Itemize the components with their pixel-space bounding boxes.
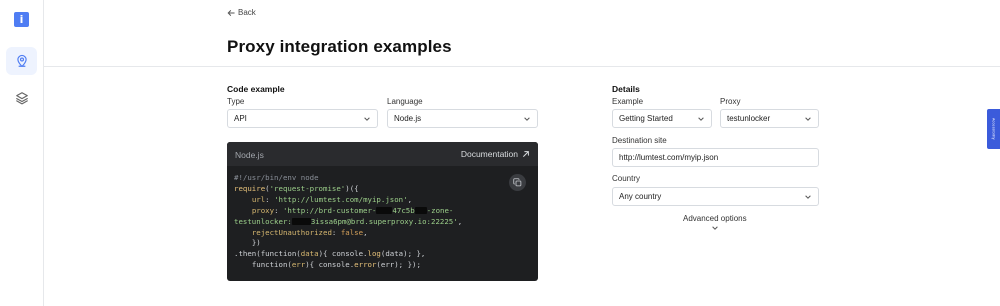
copy-icon: [513, 178, 522, 187]
language-select-value: Node.js: [394, 114, 422, 123]
code-token: require: [234, 183, 266, 193]
code-token: ){ console.: [305, 260, 355, 270]
proxy-select-value: testunlocker: [727, 114, 771, 123]
type-select[interactable]: API: [227, 109, 378, 128]
code-token: false: [340, 227, 364, 237]
copy-code-button[interactable]: [509, 174, 526, 191]
code-token: (err); });: [376, 260, 421, 270]
example-label: Example: [612, 97, 644, 106]
code-token: }): [251, 238, 261, 248]
code-token: rejectUnauthorized: [251, 227, 332, 237]
sidebar-item-proxies[interactable]: [6, 47, 37, 75]
back-link[interactable]: Back: [227, 8, 256, 17]
code-token: 'http://lumtest.com/myip.json': [274, 194, 408, 204]
language-select[interactable]: Node.js: [387, 109, 538, 128]
code-block[interactable]: #!/usr/bin/env node require('request-pro…: [234, 173, 462, 271]
chevron-down-icon: [805, 195, 811, 199]
code-token: data: [300, 249, 319, 259]
chevron-down-icon: [524, 117, 530, 121]
destination-site-input[interactable]: http://lumtest.com/myip.json: [612, 148, 819, 167]
redacted-block: [414, 206, 427, 214]
destination-label: Destination site: [612, 136, 667, 145]
proxy-label: Proxy: [720, 97, 741, 106]
code-token: testunlocker:: [234, 216, 292, 226]
code-token: )({: [345, 183, 359, 193]
example-select[interactable]: Getting Started: [612, 109, 712, 128]
code-token: 47c5b: [392, 205, 415, 215]
code-token: function(: [251, 260, 292, 270]
country-label: Country: [612, 174, 641, 183]
back-label: Back: [238, 8, 256, 17]
code-panel-header: Node.js Documentation: [227, 142, 538, 166]
redacted-block: [291, 217, 311, 225]
code-token: (data); },: [380, 249, 426, 259]
logo-icon[interactable]: i: [14, 12, 29, 27]
type-select-value: API: [234, 114, 247, 123]
sidebar: i: [0, 0, 44, 306]
accessibility-side-tab[interactable]: Accessibility: [987, 109, 1000, 149]
sidebar-item-layers[interactable]: [6, 84, 37, 112]
code-example-title: Code example: [227, 84, 285, 94]
code-token: proxy: [251, 205, 275, 215]
code-token: url: [251, 194, 266, 204]
layers-icon: [15, 92, 28, 105]
documentation-label: Documentation: [460, 149, 518, 159]
code-shebang: #!/usr/bin/env node: [234, 173, 319, 182]
code-panel: Node.js Documentation #!/usr/bin/env nod…: [227, 142, 538, 281]
example-select-value: Getting Started: [619, 114, 673, 123]
chevron-down-icon[interactable]: [711, 224, 719, 232]
redacted-block: [376, 206, 393, 214]
location-pin-icon: [16, 54, 27, 67]
page-title: Proxy integration examples: [227, 37, 452, 56]
external-link-arrow-icon: [523, 151, 529, 157]
documentation-link[interactable]: Documentation: [461, 149, 530, 159]
code-token: err: [291, 260, 306, 270]
code-token: 'request-promise': [269, 183, 346, 193]
language-label: Language: [387, 97, 423, 106]
arrow-left-icon: [227, 9, 235, 16]
code-token: ){ console.: [318, 249, 368, 259]
code-token: 3issa6pm@brd.superproxy.io:22225': [310, 216, 458, 226]
chevron-down-icon: [364, 117, 370, 121]
accessibility-tab-label: Accessibility: [991, 118, 996, 140]
details-title: Details: [612, 84, 640, 94]
code-language-label: Node.js: [235, 150, 264, 160]
country-select-value: Any country: [619, 192, 662, 201]
header-divider: [44, 66, 1000, 67]
proxy-select[interactable]: testunlocker: [720, 109, 819, 128]
code-token: -zone-: [426, 205, 454, 215]
chevron-down-icon: [805, 117, 811, 121]
advanced-options-toggle[interactable]: Advanced options: [683, 214, 747, 223]
code-token: error: [354, 260, 377, 270]
chevron-down-icon: [698, 117, 704, 121]
code-token: log: [367, 249, 381, 259]
type-label: Type: [227, 97, 245, 106]
code-token: 'http://brd-customer-: [282, 205, 377, 215]
country-select[interactable]: Any country: [612, 187, 819, 206]
destination-site-value: http://lumtest.com/myip.json: [619, 153, 719, 162]
code-token: .then(function(: [234, 249, 301, 259]
